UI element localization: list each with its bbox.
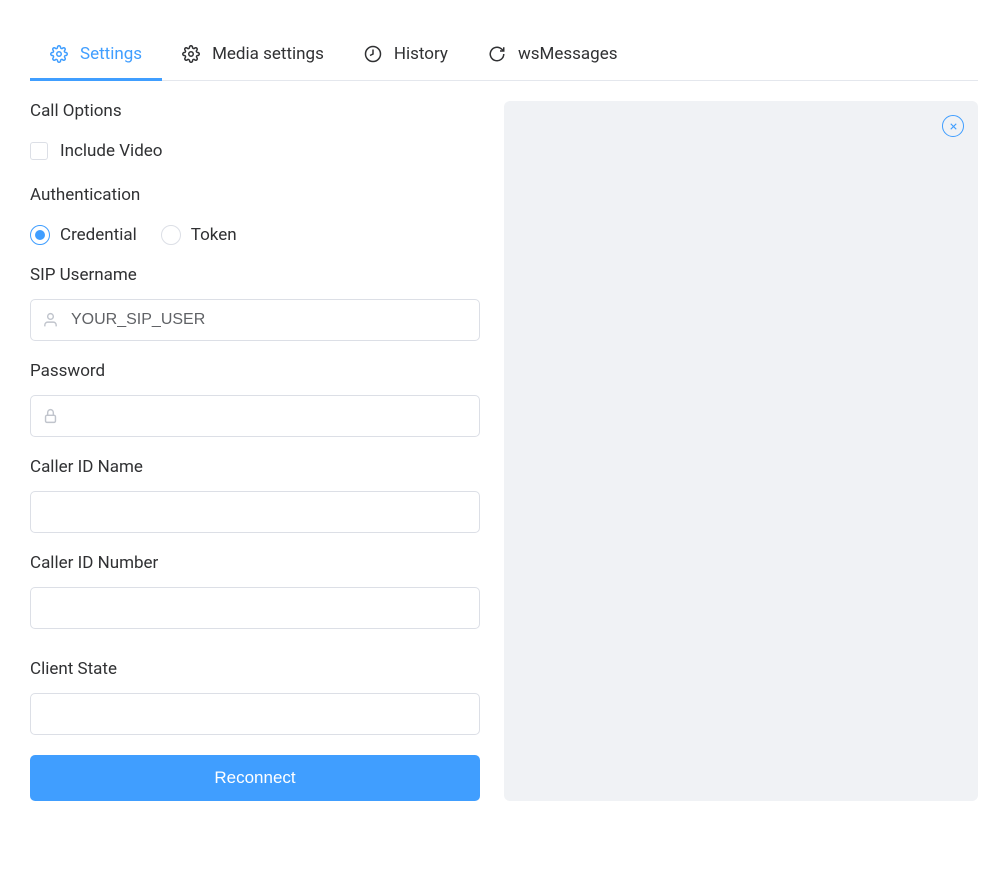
password-input[interactable] bbox=[30, 395, 480, 437]
call-options-title: Call Options bbox=[30, 101, 480, 121]
sip-username-label: SIP Username bbox=[30, 265, 480, 285]
password-label: Password bbox=[30, 361, 480, 381]
caller-id-name-input[interactable] bbox=[30, 491, 480, 533]
reconnect-button[interactable]: Reconnect bbox=[30, 755, 480, 801]
settings-panel: Call Options Include Video Authenticatio… bbox=[30, 101, 480, 801]
sip-username-input[interactable] bbox=[30, 299, 480, 341]
authentication-title: Authentication bbox=[30, 185, 480, 205]
include-video-checkbox[interactable] bbox=[30, 142, 48, 160]
caller-id-name-label: Caller ID Name bbox=[30, 457, 480, 477]
client-state-input[interactable] bbox=[30, 693, 480, 735]
tab-history[interactable]: History bbox=[344, 30, 468, 81]
refresh-icon bbox=[488, 45, 506, 63]
gear-icon bbox=[50, 45, 68, 63]
radio-label: Credential bbox=[60, 225, 137, 245]
tab-settings[interactable]: Settings bbox=[30, 30, 162, 81]
radio-label: Token bbox=[191, 225, 237, 245]
radio-icon bbox=[30, 225, 50, 245]
lock-icon bbox=[42, 408, 59, 425]
tab-label: Settings bbox=[80, 44, 142, 64]
tab-label: History bbox=[394, 44, 448, 64]
caller-id-number-label: Caller ID Number bbox=[30, 553, 480, 573]
clock-icon bbox=[364, 45, 382, 63]
close-icon bbox=[948, 117, 959, 136]
preview-panel bbox=[504, 101, 978, 801]
close-button[interactable] bbox=[942, 115, 964, 137]
tabs-bar: Settings Media settings History bbox=[30, 30, 978, 81]
tab-ws-messages[interactable]: wsMessages bbox=[468, 30, 638, 81]
client-state-label: Client State bbox=[30, 659, 480, 679]
auth-token-radio[interactable]: Token bbox=[161, 225, 237, 245]
tab-label: Media settings bbox=[212, 44, 324, 64]
tab-label: wsMessages bbox=[518, 44, 618, 64]
gear-icon bbox=[182, 45, 200, 63]
caller-id-number-input[interactable] bbox=[30, 587, 480, 629]
auth-credential-radio[interactable]: Credential bbox=[30, 225, 137, 245]
tab-media-settings[interactable]: Media settings bbox=[162, 30, 344, 81]
include-video-label: Include Video bbox=[60, 141, 163, 161]
user-icon bbox=[42, 312, 59, 329]
radio-icon bbox=[161, 225, 181, 245]
